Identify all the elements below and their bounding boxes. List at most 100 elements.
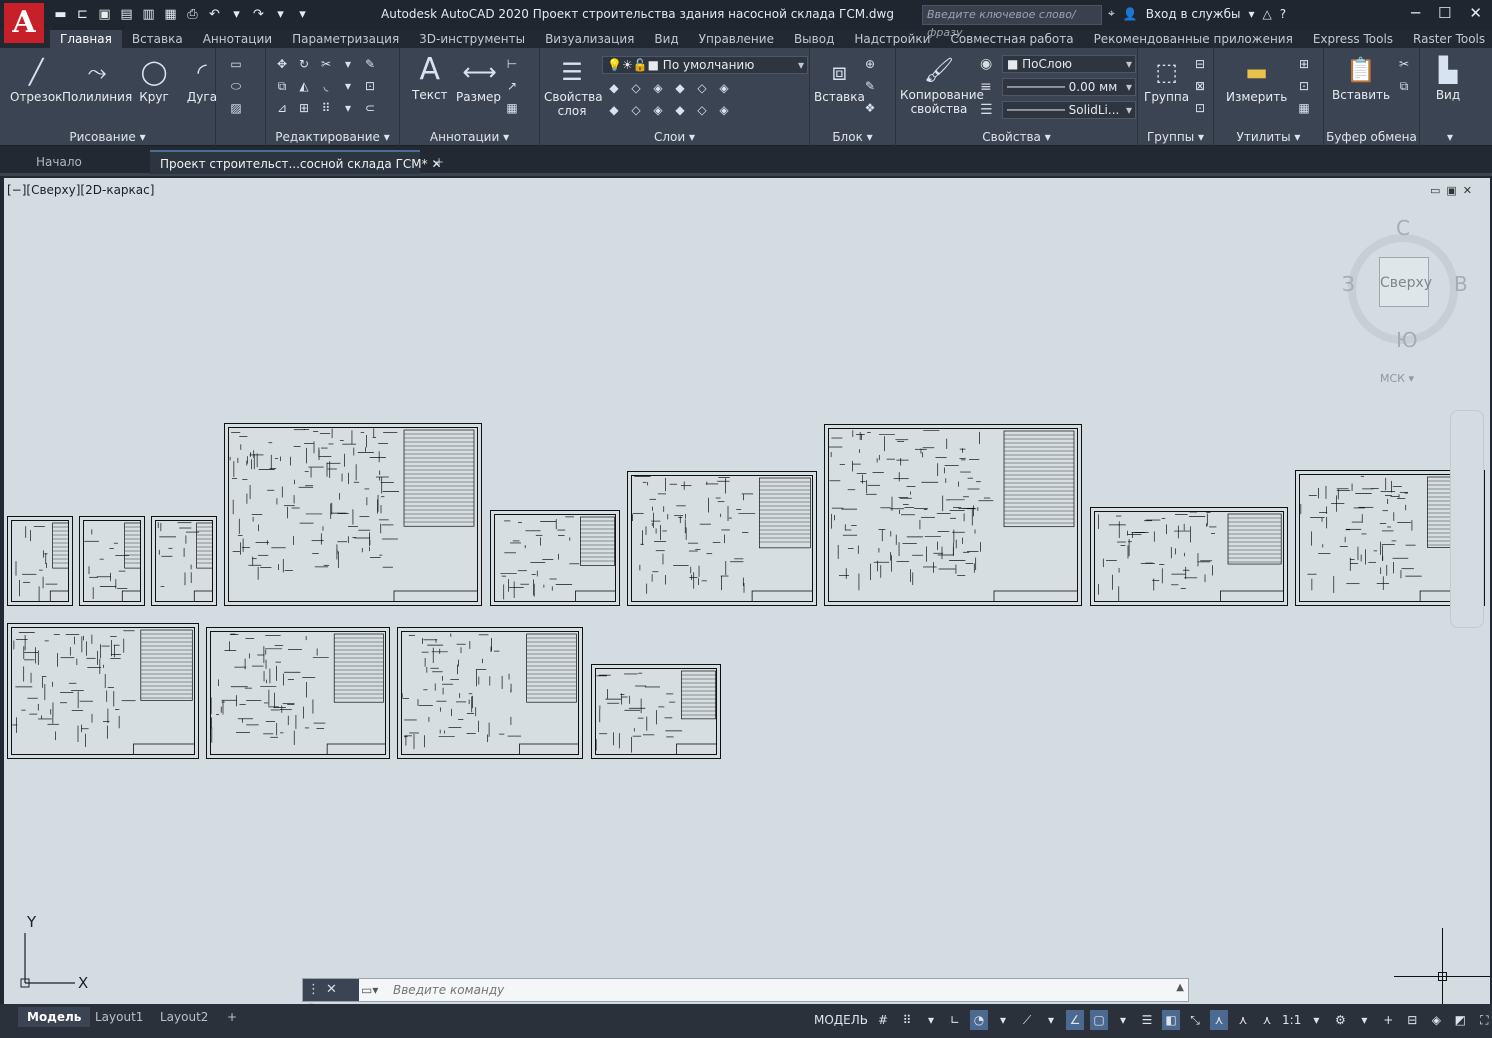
view-tool[interactable]: ▙ Вид bbox=[1432, 54, 1464, 102]
polyline-tool[interactable]: ⤳ Полилиния bbox=[62, 56, 132, 104]
user-icon[interactable]: 👤 bbox=[1123, 7, 1138, 21]
drawing-sheet[interactable] bbox=[627, 471, 817, 606]
drawing-sheet[interactable] bbox=[591, 664, 721, 759]
drawing-sheet[interactable] bbox=[824, 424, 1082, 606]
drawing-sheet[interactable] bbox=[7, 516, 73, 606]
linear-dim-icon[interactable]: ⊢ bbox=[504, 56, 520, 72]
line-tool[interactable]: ╱ Отрезок bbox=[10, 56, 62, 104]
save-as-icon[interactable]: ▤ bbox=[118, 6, 135, 23]
ungroup-icon[interactable]: ⊟ bbox=[1192, 56, 1208, 72]
cart-icon[interactable]: ▾ bbox=[1248, 7, 1254, 21]
clipboard-panel-label[interactable]: Буфер обмена bbox=[1324, 130, 1419, 144]
grid-icon[interactable]: # bbox=[874, 1010, 892, 1030]
view-panel-expand-icon[interactable]: ▾ bbox=[1420, 130, 1480, 144]
file-tab-start[interactable]: Начало bbox=[26, 150, 148, 174]
layers-panel-label[interactable]: Слои ▾ bbox=[540, 130, 809, 144]
ribbon-tab[interactable]: Надстройки bbox=[844, 30, 940, 48]
lineweight-dropdown[interactable]: ──────── 0.00 мм bbox=[1002, 78, 1136, 96]
select-all-icon[interactable]: ⊡ bbox=[1296, 78, 1312, 94]
layer-tool-icon[interactable]: ◆ bbox=[606, 80, 622, 96]
ortho-icon[interactable]: ∟ bbox=[946, 1010, 964, 1030]
block-panel-label[interactable]: Блок ▾ bbox=[810, 130, 895, 144]
snap-icon[interactable]: ⠿ bbox=[898, 1010, 916, 1030]
publish-icon[interactable]: ▥ bbox=[140, 6, 157, 23]
copy-clip-icon[interactable]: ⧉ bbox=[1396, 78, 1412, 94]
command-expand-icon[interactable]: ▲ bbox=[1176, 982, 1184, 993]
model-space-button[interactable]: МОДЕЛЬ bbox=[814, 1010, 868, 1030]
layer-tool-icon[interactable]: ◈ bbox=[650, 80, 666, 96]
dropdown-icon[interactable]: ▾ bbox=[340, 78, 356, 94]
drawing-sheet[interactable] bbox=[224, 423, 482, 606]
compass-north[interactable]: С bbox=[1396, 216, 1410, 240]
ellipse-icon[interactable]: ⬭ bbox=[228, 78, 244, 94]
viewcube[interactable]: Сверху С Ю З В МСК ▾ bbox=[1340, 216, 1468, 392]
ribbon-tab[interactable]: Совместная работа bbox=[940, 30, 1083, 48]
erase-icon[interactable]: ✎ bbox=[362, 56, 378, 72]
drawing-sheet[interactable] bbox=[7, 623, 199, 759]
open-icon[interactable]: ⊏ bbox=[74, 6, 91, 23]
stretch-icon[interactable]: ⊿ bbox=[274, 100, 290, 116]
insert-tool[interactable]: ⧈ Вставка bbox=[814, 56, 865, 104]
undo-icon[interactable]: ↶ bbox=[206, 6, 223, 23]
dimension-tool[interactable]: ⟷ Размер bbox=[456, 56, 501, 104]
linetype-dropdown[interactable]: ──────── SolidLi... bbox=[1002, 101, 1136, 119]
object-snap-tracking-icon[interactable]: ∠ bbox=[1066, 1010, 1085, 1030]
annotation-scale-icon[interactable]: ⋏ bbox=[1258, 1010, 1276, 1030]
properties-panel-label[interactable]: Свойства ▾ bbox=[896, 130, 1137, 144]
viewcube-face-top[interactable]: Сверху bbox=[1379, 257, 1432, 307]
layout-tab[interactable]: Модель bbox=[18, 1007, 91, 1027]
layer-tool-icon[interactable]: ◇ bbox=[694, 80, 710, 96]
redo-dropdown-icon[interactable]: ▾ bbox=[272, 6, 289, 23]
ribbon-tab[interactable]: Вывод bbox=[784, 30, 844, 48]
ribbon-tab[interactable]: Аннотации bbox=[193, 30, 282, 48]
ribbon-tab[interactable]: Express Tools bbox=[1303, 30, 1403, 48]
dropdown-icon[interactable]: ▾ bbox=[922, 1010, 940, 1030]
ucs-menu[interactable]: МСК ▾ bbox=[1380, 372, 1414, 385]
layer-tool-icon[interactable]: ◈ bbox=[716, 80, 732, 96]
trim-icon[interactable]: ✂ bbox=[318, 56, 334, 72]
array-icon[interactable]: ⠿ bbox=[318, 100, 334, 116]
ribbon-tab[interactable]: Raster Tools bbox=[1403, 30, 1492, 48]
drawing-sheet[interactable] bbox=[397, 627, 583, 759]
layout-tab[interactable]: Layout1 bbox=[86, 1007, 152, 1027]
group-edit-icon[interactable]: ⊠ bbox=[1192, 78, 1208, 94]
layout-tab[interactable]: Layout2 bbox=[151, 1007, 217, 1027]
annotation-monitor-icon[interactable]: + bbox=[1379, 1010, 1397, 1030]
drawing-canvas[interactable]: [−][Сверху][2D-каркас] ▭▣✕ Сверху С Ю З … bbox=[4, 178, 1490, 1004]
dropdown-icon[interactable]: ▾ bbox=[1307, 1010, 1325, 1030]
mirror-icon[interactable]: ◭ bbox=[296, 78, 312, 94]
new-icon[interactable]: ▬ bbox=[52, 6, 69, 23]
help-icon[interactable]: ? bbox=[1280, 7, 1286, 21]
scale-icon[interactable]: ⊞ bbox=[296, 100, 312, 116]
customize-qat-icon[interactable]: ▾ bbox=[294, 6, 311, 23]
drawing-sheet[interactable] bbox=[151, 516, 217, 606]
command-input[interactable] bbox=[393, 981, 1173, 999]
annotation-panel-label[interactable]: Аннотации ▾ bbox=[400, 130, 539, 144]
layer-tool-icon[interactable]: ◈ bbox=[650, 102, 666, 118]
command-history-icon[interactable]: ▭▾ bbox=[361, 979, 378, 1001]
annotation-scale-value[interactable]: 1:1 bbox=[1282, 1010, 1301, 1030]
modify-panel-label[interactable]: Редактирование ▾ bbox=[266, 130, 399, 144]
undo-dropdown-icon[interactable]: ▾ bbox=[228, 6, 245, 23]
utilities-panel-label[interactable]: Утилиты ▾ bbox=[1214, 130, 1323, 144]
drawing-sheet[interactable] bbox=[1090, 507, 1288, 606]
ribbon-tab[interactable]: Управление bbox=[689, 30, 784, 48]
redo-icon[interactable]: ↷ bbox=[250, 6, 267, 23]
layer-tool-icon[interactable]: ◆ bbox=[672, 102, 688, 118]
dropdown-icon[interactable]: ▾ bbox=[340, 56, 356, 72]
dropdown-icon[interactable]: ▾ bbox=[1114, 1010, 1132, 1030]
drawing-sheet[interactable] bbox=[490, 510, 620, 606]
groups-panel-label[interactable]: Группы ▾ bbox=[1138, 130, 1213, 144]
group-tool[interactable]: ⬚ Группа bbox=[1144, 56, 1189, 104]
viewport-controls-label[interactable]: [−][Сверху][2D-каркас] bbox=[7, 183, 154, 197]
lineweight-toggle-icon[interactable]: ☰ bbox=[1138, 1010, 1156, 1030]
transparency-icon[interactable]: ◧ bbox=[1162, 1010, 1181, 1030]
group-select-icon[interactable]: ⊡ bbox=[1192, 100, 1208, 116]
autodesk-app-icon[interactable]: △ bbox=[1262, 7, 1271, 21]
command-line-handle[interactable]: ⋮✕🔧 bbox=[303, 979, 359, 1019]
calculator-icon[interactable]: ▦ bbox=[1296, 100, 1312, 116]
quick-select-icon[interactable]: ⊞ bbox=[1296, 56, 1312, 72]
compass-south[interactable]: Ю bbox=[1396, 328, 1418, 352]
ribbon-tab[interactable]: Вставка bbox=[122, 30, 193, 48]
search-input[interactable]: Введите ключевое слово/фразу bbox=[922, 5, 1102, 39]
